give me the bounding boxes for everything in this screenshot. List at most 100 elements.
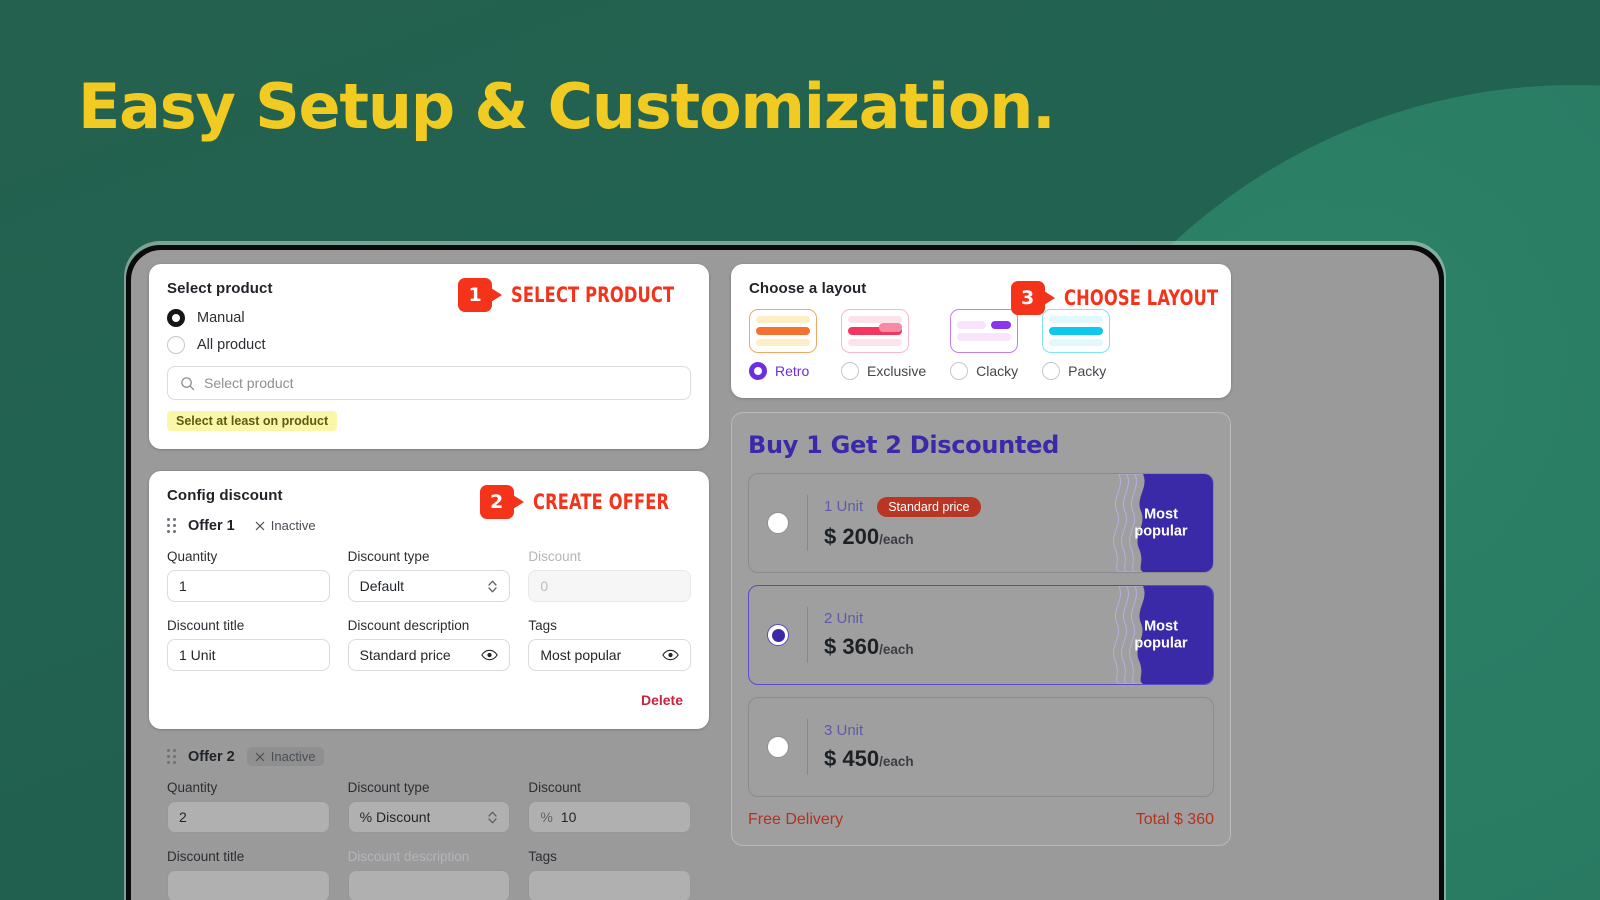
chevron-updown-icon bbox=[487, 579, 498, 594]
offer-1-status-badge[interactable]: Inactive bbox=[247, 516, 324, 535]
free-delivery-label: Free Delivery bbox=[748, 811, 843, 829]
choose-layout-card: Choose a layout 3 CHOOSE LAYOUT bbox=[731, 264, 1231, 398]
layout-option-clacky[interactable]: Clacky bbox=[950, 309, 1018, 380]
offer-2-header: Offer 2 Inactive bbox=[167, 747, 691, 766]
layout-label-clacky: Clacky bbox=[976, 363, 1018, 379]
close-icon bbox=[255, 521, 265, 531]
badge-line-2: popular bbox=[1134, 635, 1187, 651]
preview-option-3[interactable]: 3 Unit $ 450/each bbox=[748, 697, 1214, 797]
offer-2-status-badge[interactable]: Inactive bbox=[247, 747, 324, 766]
drag-handle-icon[interactable] bbox=[167, 518, 176, 533]
preview-option-2[interactable]: 2 Unit $ 360/each Most popular bbox=[748, 585, 1214, 685]
radio-icon-retro[interactable] bbox=[749, 362, 767, 380]
layout-options: Retro Exclusive bbox=[749, 309, 1213, 380]
badge-line-2: popular bbox=[1134, 523, 1187, 539]
preview-footer: Free Delivery Total $ 360 bbox=[748, 811, 1214, 829]
offer-2-discount-value: 10 bbox=[561, 809, 577, 825]
preview-radio-1[interactable] bbox=[767, 512, 789, 534]
offer-2-discount-input[interactable]: % 10 bbox=[528, 801, 691, 833]
radio-label-all-product: All product bbox=[197, 337, 266, 353]
radio-icon-all-product[interactable] bbox=[167, 336, 185, 354]
preview-price-3: $ 450 bbox=[824, 746, 879, 771]
layout-thumbnail-clacky bbox=[950, 309, 1018, 353]
divider bbox=[807, 719, 808, 775]
search-input[interactable]: Select product bbox=[167, 366, 691, 400]
offer-2-tags-input[interactable] bbox=[528, 870, 691, 900]
offer-2-quantity-input[interactable]: 2 bbox=[167, 801, 330, 833]
step-arrow-2 bbox=[513, 495, 524, 509]
preview-per-2: /each bbox=[879, 642, 914, 657]
radio-icon-packy[interactable] bbox=[1042, 362, 1060, 380]
radio-icon-exclusive[interactable] bbox=[841, 362, 859, 380]
offer-1-discount-type-label: Discount type bbox=[348, 549, 511, 564]
config-discount-card: Config discount 2 CREATE OFFER Offer 1 I bbox=[149, 471, 709, 729]
offer-2-discount-prefix: % bbox=[540, 809, 552, 825]
offer-2-discount-type-select[interactable]: % Discount bbox=[348, 801, 511, 833]
offer-2-quantity-label: Quantity bbox=[167, 780, 330, 795]
offer-1-discount-type-value: Default bbox=[360, 578, 404, 594]
preview-price-1: $ 200 bbox=[824, 524, 879, 549]
left-column: Select product 1 SELECT PRODUCT Manual A… bbox=[149, 264, 709, 900]
radio-icon-clacky[interactable] bbox=[950, 362, 968, 380]
total-label: Total $ 360 bbox=[1136, 811, 1214, 829]
preview-badge-1: Most popular bbox=[1123, 506, 1199, 539]
offer-1-quantity-input[interactable]: 1 bbox=[167, 570, 330, 602]
offer-2-discount-type-label: Discount type bbox=[348, 780, 511, 795]
preview-per-3: /each bbox=[879, 754, 914, 769]
offer-2-discount-desc-label: Discount description bbox=[348, 849, 511, 864]
badge-line-1: Most bbox=[1144, 506, 1178, 522]
search-icon bbox=[180, 376, 195, 391]
offer-1-discount-type-select[interactable]: Default bbox=[348, 570, 511, 602]
preview-unit-2: 2 Unit bbox=[824, 610, 863, 627]
validation-hint: Select at least on product bbox=[167, 411, 337, 431]
preview-radio-3[interactable] bbox=[767, 736, 789, 758]
offer-1-actions: Delete bbox=[167, 689, 691, 711]
offer-1-discount-title-input[interactable]: 1 Unit bbox=[167, 639, 330, 671]
offer-1-discount-label: Discount bbox=[528, 549, 691, 564]
offer-2-block: Offer 2 Inactive Quantity 2 bbox=[149, 747, 709, 900]
layout-label-exclusive: Exclusive bbox=[867, 363, 926, 379]
page-headline: Easy Setup & Customization. bbox=[78, 70, 1055, 143]
layout-option-exclusive[interactable]: Exclusive bbox=[841, 309, 926, 380]
right-column: Choose a layout 3 CHOOSE LAYOUT bbox=[731, 264, 1231, 900]
offer-1-discount-title-value: 1 Unit bbox=[179, 647, 216, 663]
offer-1-quantity-value: 1 bbox=[179, 578, 187, 594]
drag-handle-icon[interactable] bbox=[167, 749, 176, 764]
offer-1-tags-label: Tags bbox=[528, 618, 691, 633]
step-number-3: 3 bbox=[1011, 281, 1045, 315]
search-placeholder: Select product bbox=[204, 375, 294, 391]
preview-title: Buy 1 Get 2 Discounted bbox=[748, 431, 1214, 459]
offer-1-discount-desc-input[interactable]: Standard price bbox=[348, 639, 511, 671]
preview-price-2: $ 360 bbox=[824, 634, 879, 659]
offer-1-discount-input: 0 bbox=[528, 570, 691, 602]
preview-unit-1: 1 Unit bbox=[824, 498, 863, 515]
offer-1-status-label: Inactive bbox=[271, 518, 316, 533]
layout-option-retro[interactable]: Retro bbox=[749, 309, 817, 380]
offer-1-tags-input[interactable]: Most popular bbox=[528, 639, 691, 671]
layout-option-packy[interactable]: Packy bbox=[1042, 309, 1110, 380]
offer-1-tags-value: Most popular bbox=[540, 647, 621, 663]
preview-badge-2: Most popular bbox=[1123, 618, 1199, 651]
select-product-card: Select product 1 SELECT PRODUCT Manual A… bbox=[149, 264, 709, 449]
offer-1-name: Offer 1 bbox=[188, 518, 235, 534]
offer-2-discount-label: Discount bbox=[528, 780, 691, 795]
layout-thumbnail-packy bbox=[1042, 309, 1110, 353]
layout-thumbnail-exclusive bbox=[841, 309, 909, 353]
radio-icon-manual[interactable] bbox=[167, 309, 185, 327]
eye-icon[interactable] bbox=[662, 649, 679, 661]
preview-per-1: /each bbox=[879, 532, 914, 547]
step-badge-2: 2 CREATE OFFER bbox=[480, 485, 691, 519]
preview-option-1[interactable]: 1 Unit Standard price $ 200/each Most po… bbox=[748, 473, 1214, 573]
offer-2-name: Offer 2 bbox=[188, 749, 235, 765]
eye-icon[interactable] bbox=[481, 649, 498, 661]
device-frame: Select product 1 SELECT PRODUCT Manual A… bbox=[126, 245, 1444, 900]
preview-radio-2[interactable] bbox=[767, 624, 789, 646]
delete-button[interactable]: Delete bbox=[633, 689, 691, 711]
preview-unit-3: 3 Unit bbox=[824, 722, 863, 739]
offer-2-fields: Quantity 2 Discount type % Discount bbox=[167, 780, 691, 900]
layout-thumbnail-retro bbox=[749, 309, 817, 353]
divider bbox=[807, 607, 808, 663]
close-icon bbox=[255, 752, 265, 762]
radio-option-all-product[interactable]: All product bbox=[167, 336, 691, 354]
offer-2-discount-title-input[interactable] bbox=[167, 870, 330, 900]
